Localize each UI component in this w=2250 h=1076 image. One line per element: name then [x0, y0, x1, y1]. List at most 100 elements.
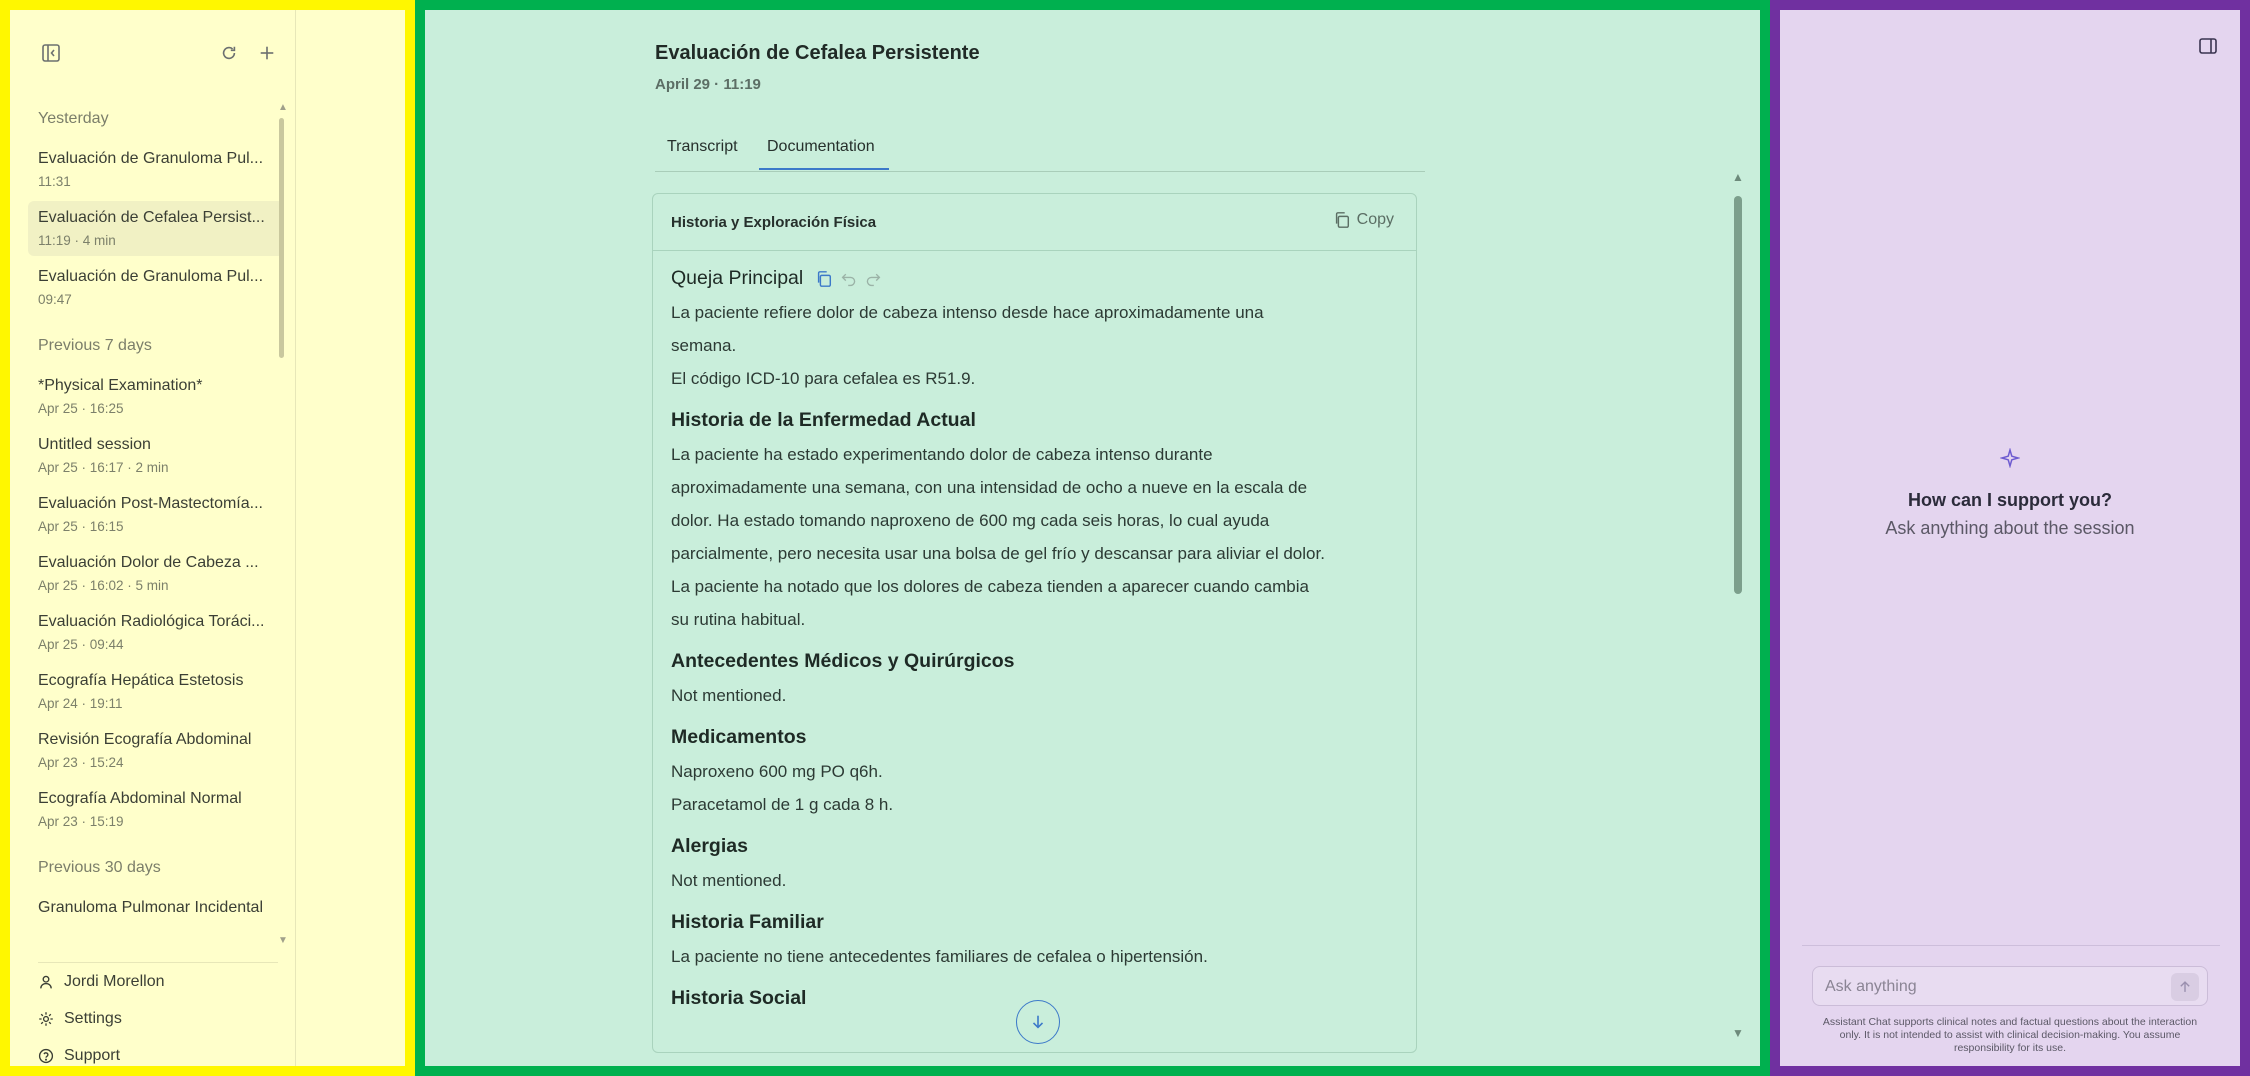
undo-icon[interactable] — [841, 271, 857, 287]
support-link[interactable]: Support — [38, 1037, 278, 1074]
session-list: Yesterday Evaluación de Granuloma Pul...… — [28, 100, 284, 940]
section-heading: Alergias — [671, 835, 748, 857]
session-meta: Apr 25 · 16:17 · 2 min — [38, 460, 169, 475]
settings-link[interactable]: Settings — [38, 1000, 278, 1037]
section-queja-principal: Queja Principal La paciente refiere dolo… — [671, 267, 1398, 395]
panel-right-icon[interactable] — [2198, 36, 2218, 61]
session-title: Evaluación Dolor de Cabeza ... — [38, 554, 259, 571]
scroll-to-bottom-button[interactable] — [1016, 1000, 1060, 1044]
sessions-sidebar-inner: Yesterday Evaluación de Granuloma Pul...… — [10, 10, 296, 1066]
session-meta: Apr 24 · 19:11 — [38, 696, 123, 711]
session-item[interactable]: Untitled session Apr 25 · 16:17 · 2 min — [28, 428, 284, 483]
session-title: Untitled session — [38, 436, 151, 453]
support-label: Support — [64, 1046, 121, 1064]
tab-transcript[interactable]: Transcript — [667, 138, 738, 168]
assistant-heading: How can I support you? — [1907, 490, 2112, 510]
page-title: Evaluación de Cefalea Persistente — [655, 42, 980, 64]
session-item[interactable]: Evaluación de Granuloma Pul... 11:31 — [28, 142, 284, 197]
session-item[interactable]: Granuloma Pulmonar Incidental — [28, 891, 284, 925]
scroll-up-arrow-icon[interactable]: ▲ — [1732, 170, 1744, 184]
sidebar-scrollbar[interactable]: ▲ ▼ — [278, 102, 288, 946]
session-meta: 09:47 — [38, 292, 72, 307]
session-meta: 11:19 · 4 min — [38, 233, 116, 248]
section-text: El código ICD-10 para cefalea es R51.9. — [671, 369, 976, 388]
session-item[interactable]: Ecografía Hepática Estetosis Apr 24 · 19… — [28, 664, 284, 719]
sparkle-icon — [1780, 447, 2240, 473]
session-meta: 11:31 — [38, 174, 71, 189]
session-item-active[interactable]: Evaluación de Cefalea Persist... 11:19 ·… — [28, 201, 284, 256]
session-title: Ecografía Abdominal Normal — [38, 790, 242, 807]
redo-icon[interactable] — [865, 271, 881, 287]
copy-label: Copy — [1356, 211, 1394, 228]
session-title: Evaluación Radiológica Toráci... — [38, 613, 265, 630]
section-historia-familiar: Historia Familiar La paciente no tiene a… — [671, 911, 1398, 973]
session-item[interactable]: Revisión Ecografía Abdominal Apr 23 · 15… — [28, 723, 284, 778]
help-icon — [38, 1048, 54, 1063]
chat-disclaimer: Assistant Chat supports clinical notes a… — [1822, 1016, 2198, 1054]
section-heading: Historia de la Enfermedad Actual — [671, 409, 976, 431]
documentation-card: Historia y Exploración Física Copy Queja… — [652, 193, 1417, 1053]
section-text: La paciente ha estado experimentando dol… — [671, 445, 1325, 629]
document-scrollbar[interactable]: ▲ ▼ — [1732, 170, 1744, 1040]
assistant-subheading: Ask anything about the session — [1885, 518, 2135, 538]
document-panel: Evaluación de Cefalea Persistente April … — [415, 0, 1770, 1076]
session-title: *Physical Examination* — [38, 377, 203, 394]
section-historia-enfermedad-actual: Historia de la Enfermedad Actual La paci… — [671, 409, 1398, 636]
plus-icon[interactable] — [254, 40, 280, 66]
group-label-yesterday: Yesterday — [38, 110, 109, 127]
section-heading: Historia Familiar — [671, 911, 824, 933]
scroll-down-arrow-icon[interactable]: ▼ — [278, 935, 288, 946]
sidebar-toggle-icon[interactable] — [38, 40, 64, 66]
card-header: Historia y Exploración Física Copy — [653, 194, 1416, 251]
user-icon — [40, 975, 52, 988]
sidebar-footer: Jordi Morellon Settings Support — [38, 962, 278, 1074]
session-meta: Apr 25 · 16:02 · 5 min — [38, 578, 169, 593]
copy-icon[interactable] — [815, 270, 833, 288]
section-text: La paciente no tiene antecedentes famili… — [671, 947, 1208, 966]
session-title: Evaluación de Cefalea Persist... — [38, 209, 265, 226]
session-title: Granuloma Pulmonar Incidental — [38, 899, 264, 916]
section-alergias: Alergias Not mentioned. — [671, 835, 1398, 897]
session-title: Ecografía Hepática Estetosis — [38, 672, 244, 689]
session-item[interactable]: Ecografía Abdominal Normal Apr 23 · 15:1… — [28, 782, 284, 837]
scroll-up-arrow-icon[interactable]: ▲ — [278, 102, 288, 113]
refresh-icon[interactable] — [216, 40, 242, 66]
section-text: La paciente refiere dolor de cabeza inte… — [671, 303, 1264, 355]
session-title: Evaluación de Granuloma Pul... — [38, 268, 264, 285]
copy-button[interactable]: Copy — [1333, 211, 1394, 229]
send-arrow-icon — [2180, 981, 2190, 992]
section-text: Naproxeno 600 mg PO q6h. — [671, 762, 883, 781]
session-title: Revisión Ecografía Abdominal — [38, 731, 252, 748]
sidebar-scroll-thumb[interactable] — [279, 118, 284, 358]
session-meta: Apr 23 · 15:24 — [38, 755, 124, 770]
session-item[interactable]: Evaluación Dolor de Cabeza ... Apr 25 · … — [28, 546, 284, 601]
send-button[interactable] — [2171, 973, 2199, 1001]
session-meta: Apr 25 · 16:25 — [38, 401, 124, 416]
session-meta: Apr 23 · 15:19 — [38, 814, 124, 829]
ask-input[interactable] — [1825, 975, 2155, 999]
scroll-down-arrow-icon[interactable]: ▼ — [1732, 1026, 1744, 1040]
document-scroll-thumb[interactable] — [1734, 196, 1742, 594]
section-actions — [815, 270, 881, 288]
session-item[interactable]: *Physical Examination* Apr 25 · 16:25 — [28, 369, 284, 424]
user-profile-link[interactable]: Jordi Morellon — [38, 963, 278, 1000]
session-item[interactable]: Evaluación Radiológica Toráci... Apr 25 … — [28, 605, 284, 660]
section-heading: Medicamentos — [671, 726, 807, 748]
arrow-down-icon — [1032, 1015, 1044, 1029]
tab-documentation[interactable]: Documentation — [759, 138, 889, 170]
group-label-previous-7-days: Previous 7 days — [38, 337, 152, 354]
copy-icon — [1335, 212, 1349, 228]
section-medicamentos: Medicamentos Naproxeno 600 mg PO q6h. Pa… — [671, 726, 1398, 821]
section-text: Paracetamol de 1 g cada 8 h. — [671, 795, 894, 814]
session-title: Evaluación de Granuloma Pul... — [38, 150, 264, 167]
assistant-chat-panel: How can I support you? Ask anything abou… — [1770, 0, 2250, 1076]
section-text: Not mentioned. — [671, 871, 787, 890]
section-heading: Antecedentes Médicos y Quirúrgicos — [671, 650, 1015, 672]
group-label-previous-30-days: Previous 30 days — [38, 859, 161, 876]
card-body: Queja Principal La paciente refiere dolo… — [653, 251, 1416, 1010]
session-item[interactable]: Evaluación Post-Mastectomía... Apr 25 · … — [28, 487, 284, 542]
gear-icon — [39, 1011, 53, 1026]
session-meta: Apr 25 · 09:44 — [38, 637, 124, 652]
session-item[interactable]: Evaluación de Granuloma Pul... 09:47 — [28, 260, 284, 315]
sidebar-toolbar — [38, 38, 288, 68]
